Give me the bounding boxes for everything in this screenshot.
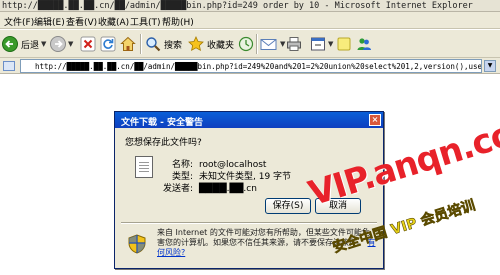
note-icon (337, 37, 351, 51)
file-document-icon (135, 156, 153, 178)
print-button[interactable] (286, 35, 302, 53)
address-bar: http://█████.██.██.cn/██/admin/█████bin.… (0, 58, 500, 74)
toolbar-separator (140, 34, 141, 54)
refresh-icon (100, 36, 116, 52)
history-button[interactable] (238, 35, 254, 53)
page-favicon-icon (3, 61, 15, 71)
window-title-bar: http://█████.██.██.cn/██/admin/█████bin.… (0, 0, 500, 12)
search-icon (146, 37, 161, 52)
file-sender-value: ████.██.cn (199, 184, 257, 194)
toolbar: 后退 ▼ ▼ 搜索 收藏夹 ▼ ▼ (0, 30, 500, 58)
refresh-button[interactable] (100, 35, 116, 53)
mail-button[interactable]: ▼ (260, 35, 285, 53)
menu-tools[interactable]: 工具(T) (130, 15, 161, 28)
search-label: 搜索 (164, 40, 183, 51)
mail-icon (260, 39, 277, 50)
mail-dropdown-icon[interactable]: ▼ (280, 40, 285, 48)
printer-icon (287, 37, 301, 51)
address-dropdown-icon[interactable]: ▼ (484, 60, 496, 72)
messenger-icon (357, 38, 371, 50)
dialog-title-bar: 文件下载 - 安全警告 × (115, 112, 383, 128)
security-shield-icon (128, 234, 146, 254)
menu-view[interactable]: 查看(V) (66, 15, 97, 28)
back-label: 后退 (21, 40, 40, 51)
note-button[interactable] (336, 35, 352, 53)
stop-button[interactable] (80, 35, 96, 53)
menu-help[interactable]: 帮助(H) (162, 15, 194, 28)
messenger-button[interactable] (356, 35, 372, 53)
back-dropdown-icon[interactable]: ▼ (41, 40, 46, 48)
favorites-star-icon (188, 36, 204, 51)
forward-arrow-icon (50, 36, 66, 52)
address-input[interactable]: http://█████.██.██.cn/██/admin/█████bin.… (20, 59, 482, 73)
stop-icon (80, 36, 96, 52)
file-sender-row: 发送者: ████.██.cn (159, 181, 257, 194)
menu-bar: 文件(F) 编辑(E) 查看(V) 收藏(A) 工具(T) 帮助(H) (0, 12, 500, 29)
back-button[interactable]: 后退 ▼ (2, 35, 46, 53)
save-button[interactable]: 保存(S) (265, 198, 311, 214)
home-button[interactable] (120, 35, 136, 53)
file-sender-label: 发送者: (162, 184, 193, 194)
back-arrow-icon (2, 36, 18, 52)
forward-dropdown-icon[interactable]: ▼ (68, 40, 73, 48)
favorites-label: 收藏夹 (207, 40, 235, 51)
search-button[interactable]: 搜索 (145, 35, 182, 53)
menu-file[interactable]: 文件(F) (4, 15, 34, 28)
menu-edit[interactable]: 编辑(E) (34, 15, 65, 28)
dialog-question: 您想保存此文件吗? (125, 138, 202, 148)
forward-button[interactable]: ▼ (50, 35, 73, 53)
history-clock-icon (238, 36, 254, 52)
menu-favorites[interactable]: 收藏(A) (98, 15, 129, 28)
window-title: http://█████.██.██.cn/██/admin/█████bin.… (2, 1, 473, 11)
dialog-close-icon[interactable]: × (369, 114, 381, 126)
favorites-button[interactable]: 收藏夹 (188, 35, 234, 53)
home-icon (120, 36, 136, 51)
edit-dropdown-icon[interactable]: ▼ (328, 40, 333, 48)
edit-window-icon (311, 37, 325, 51)
toolbar-separator (256, 34, 257, 54)
dialog-title: 文件下载 - 安全警告 (121, 118, 204, 128)
edit-button[interactable]: ▼ (310, 35, 333, 53)
dialog-divider (121, 222, 377, 223)
